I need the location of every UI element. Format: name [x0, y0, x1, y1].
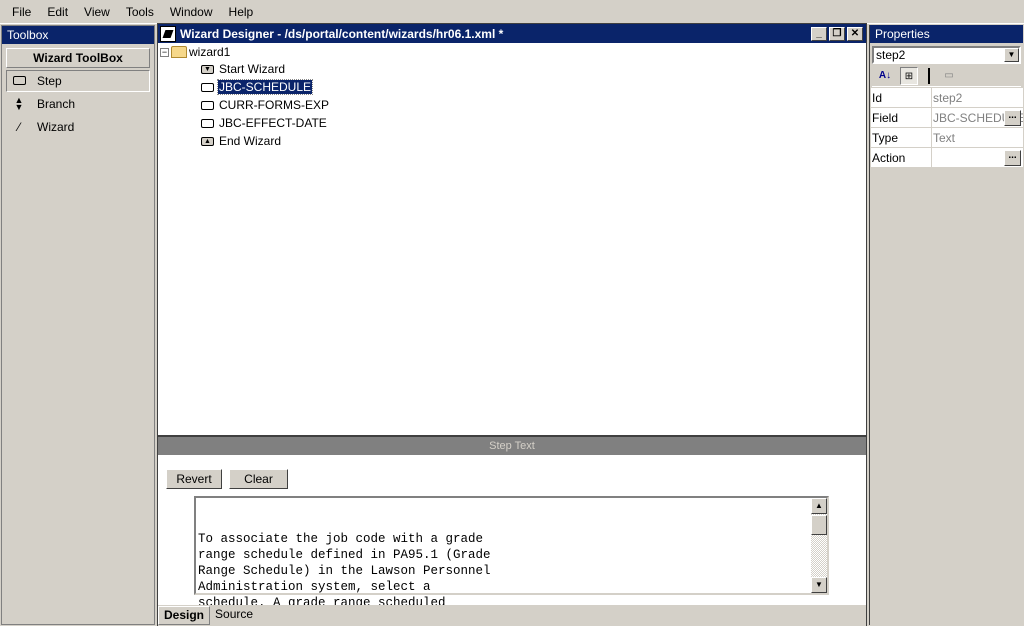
branch-icon: ▲ ▼: [14, 95, 24, 112]
toolbox-item-step[interactable]: Step: [6, 70, 150, 92]
categorized-icon[interactable]: ⊞: [900, 66, 918, 85]
tree-node-label: CURR-FORMS-EXP: [219, 98, 329, 112]
minimize-button[interactable]: _: [811, 26, 827, 41]
end-icon: ▲: [201, 136, 214, 146]
step-icon: [201, 100, 214, 110]
toolbox-item-branch[interactable]: ▲ ▼ Branch: [6, 93, 150, 115]
tree-node-step[interactable]: CURR-FORMS-EXP: [160, 96, 330, 114]
collapse-icon[interactable]: −: [160, 47, 169, 57]
property-row-type[interactable]: Type Text: [871, 128, 1023, 148]
toolbox-item-label: Branch: [37, 97, 76, 111]
menu-bar: File Edit View Tools Window Help: [0, 0, 1024, 24]
property-value-cell[interactable]: JBC-SCHEDULE ...: [932, 108, 1023, 127]
start-icon: ▼: [201, 64, 214, 74]
step-text-header: Step Text: [158, 435, 866, 455]
menu-file[interactable]: File: [4, 5, 39, 19]
property-key: Action: [871, 148, 932, 167]
menu-view[interactable]: View: [76, 5, 118, 19]
toolbox-item-label: Step: [37, 74, 62, 88]
property-row-field[interactable]: Field JBC-SCHEDULE ...: [871, 108, 1023, 128]
object-selector-value: step2: [876, 48, 906, 62]
menu-tools[interactable]: Tools: [118, 5, 162, 19]
tree-node-step[interactable]: JBC-EFFECT-DATE: [160, 114, 330, 132]
tree-node-label-selected: JBC-SCHEDULE: [216, 79, 314, 95]
step-text-content: To associate the job code with a grade r…: [198, 532, 491, 610]
tree-root[interactable]: − wizard1: [160, 44, 330, 60]
restore-button[interactable]: ❐: [829, 26, 845, 41]
close-button[interactable]: ✕: [847, 26, 863, 41]
tree-node-label: End Wizard: [219, 134, 282, 148]
property-pages-icon[interactable]: ▭: [940, 67, 958, 85]
wizard-designer-window: Wizard Designer - /ds/portal/content/wiz…: [157, 23, 867, 626]
tab-source[interactable]: Source: [210, 606, 258, 625]
menu-edit[interactable]: Edit: [39, 5, 76, 19]
designer-title: Wizard Designer - /ds/portal/content/wiz…: [180, 26, 504, 41]
property-key: Id: [871, 88, 932, 107]
toolbar-separator: [928, 67, 930, 84]
tab-design[interactable]: Design: [158, 606, 211, 625]
scroll-up-button[interactable]: ▲: [811, 498, 827, 514]
menu-window[interactable]: Window: [162, 5, 221, 19]
tree-node-label: Start Wizard: [219, 62, 286, 76]
vertical-scrollbar[interactable]: ▲ ▼: [811, 498, 827, 593]
property-key: Field: [871, 108, 932, 127]
toolbox-header[interactable]: Wizard ToolBox: [6, 48, 150, 68]
tree-node-end[interactable]: ▲ End Wizard: [160, 132, 330, 150]
property-value-cell[interactable]: ...: [932, 148, 1023, 167]
property-row-id[interactable]: Id step2: [871, 88, 1023, 108]
scroll-thumb[interactable]: [811, 515, 827, 535]
property-value[interactable]: step2: [932, 88, 1023, 107]
properties-toolbar: A↓ ⊞ ▭: [872, 65, 1021, 87]
view-tabs: Design Source: [158, 605, 866, 626]
chevron-down-icon[interactable]: ▼: [1004, 48, 1019, 62]
wand-icon: ⁄: [17, 120, 20, 134]
property-value[interactable]: Text: [932, 128, 1023, 147]
scroll-down-button[interactable]: ▼: [811, 577, 827, 593]
revert-button[interactable]: Revert: [166, 469, 222, 489]
step-icon: [11, 74, 27, 88]
step-text-area[interactable]: To associate the job code with a grade r…: [194, 496, 829, 610]
tree-node-step[interactable]: JBC-SCHEDULE: [160, 78, 330, 96]
step-icon: [201, 82, 214, 92]
designer-title-bar: Wizard Designer - /ds/portal/content/wiz…: [158, 24, 866, 43]
folder-icon: [171, 46, 187, 58]
menu-help[interactable]: Help: [221, 5, 262, 19]
toolbox-panel: Toolbox Wizard ToolBox Step ▲ ▼ Branch ⁄ …: [1, 25, 155, 625]
tree-root-label: wizard1: [189, 45, 231, 59]
toolbox-item-wizard[interactable]: ⁄ Wizard: [6, 116, 150, 138]
properties-panel: Properties step2 ▼ A↓ ⊞ ▭ Id step2 Field…: [869, 25, 1023, 625]
ellipsis-button[interactable]: ...: [1004, 150, 1021, 166]
properties-title: Properties: [870, 25, 1023, 43]
property-key: Type: [871, 128, 932, 147]
app-icon: [160, 25, 176, 42]
step-icon: [201, 118, 214, 128]
property-row-action[interactable]: Action ...: [871, 148, 1023, 168]
ellipsis-button[interactable]: ...: [1004, 110, 1021, 126]
wizard-tree: − wizard1 ▼ Start Wizard JBC-SCHEDULE CU…: [160, 44, 330, 150]
sort-alphabetical-icon[interactable]: A↓: [876, 67, 894, 85]
toolbox-item-label: Wizard: [37, 120, 75, 134]
object-selector[interactable]: step2 ▼: [872, 46, 1021, 64]
tree-node-label: JBC-EFFECT-DATE: [219, 116, 327, 130]
tree-node-start[interactable]: ▼ Start Wizard: [160, 60, 330, 78]
toolbox-title: Toolbox: [2, 26, 154, 44]
clear-button[interactable]: Clear: [229, 469, 288, 489]
